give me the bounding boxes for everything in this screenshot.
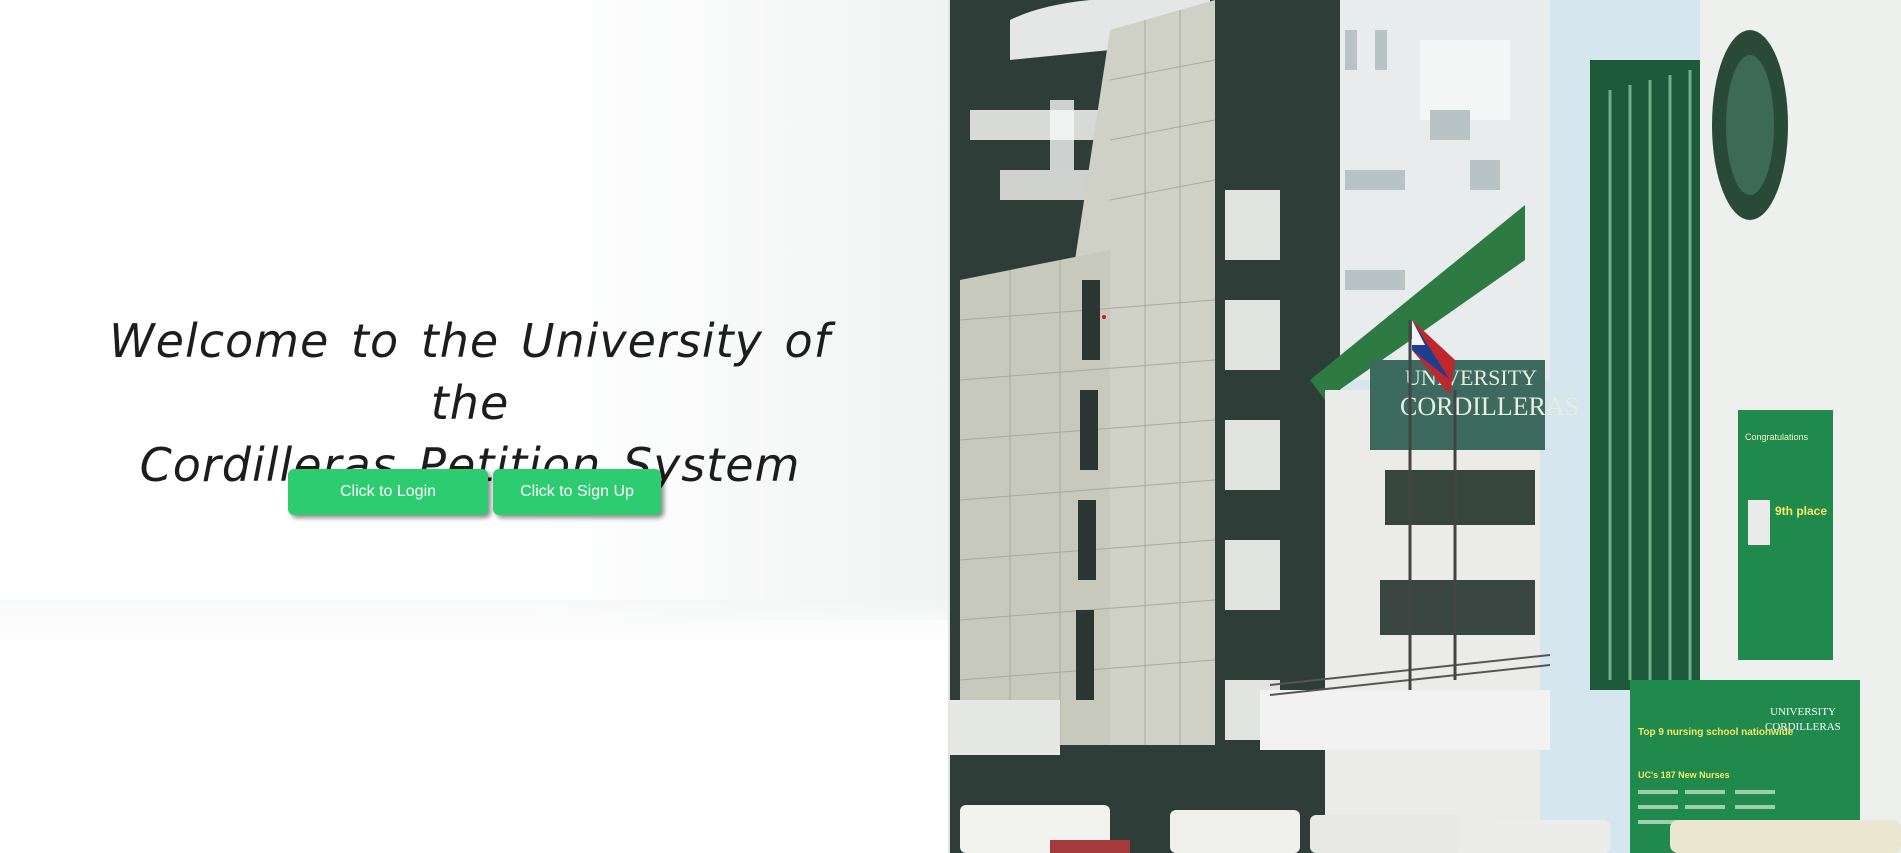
- background-fade-bottom: [0, 600, 950, 660]
- login-button[interactable]: Click to Login: [288, 469, 488, 515]
- signup-button[interactable]: Click to Sign Up: [493, 469, 661, 515]
- welcome-heading-line1: Welcome to the University of the: [109, 314, 831, 430]
- nursing-banner-subhead: UC's 187 New Nurses: [1638, 770, 1730, 780]
- nursing-banner-logo-line2: CORDILLERAS: [1765, 721, 1841, 733]
- congrats-banner-text: Congratulations: [1745, 432, 1809, 442]
- sign-line-1: UNIVERSITY: [1405, 365, 1537, 390]
- cursor-marker: [1102, 315, 1106, 319]
- landing-page: Welcome to the University of the Cordill…: [0, 0, 1901, 853]
- sign-line-2: CORDILLERAS: [1400, 392, 1579, 421]
- ninth-place-text: 9th place: [1775, 504, 1827, 518]
- campus-building-illustration: UNIVERSITY CORDILLERAS Congratulations 9…: [950, 0, 1901, 853]
- auth-buttons: Click to Login Click to Sign Up: [288, 469, 661, 515]
- welcome-panel: Welcome to the University of the Cordill…: [0, 0, 950, 853]
- green-glass-column: [1590, 60, 1700, 690]
- campus-photo: UNIVERSITY CORDILLERAS Congratulations 9…: [950, 0, 1901, 853]
- nursing-banner-logo-line1: UNIVERSITY: [1770, 706, 1836, 718]
